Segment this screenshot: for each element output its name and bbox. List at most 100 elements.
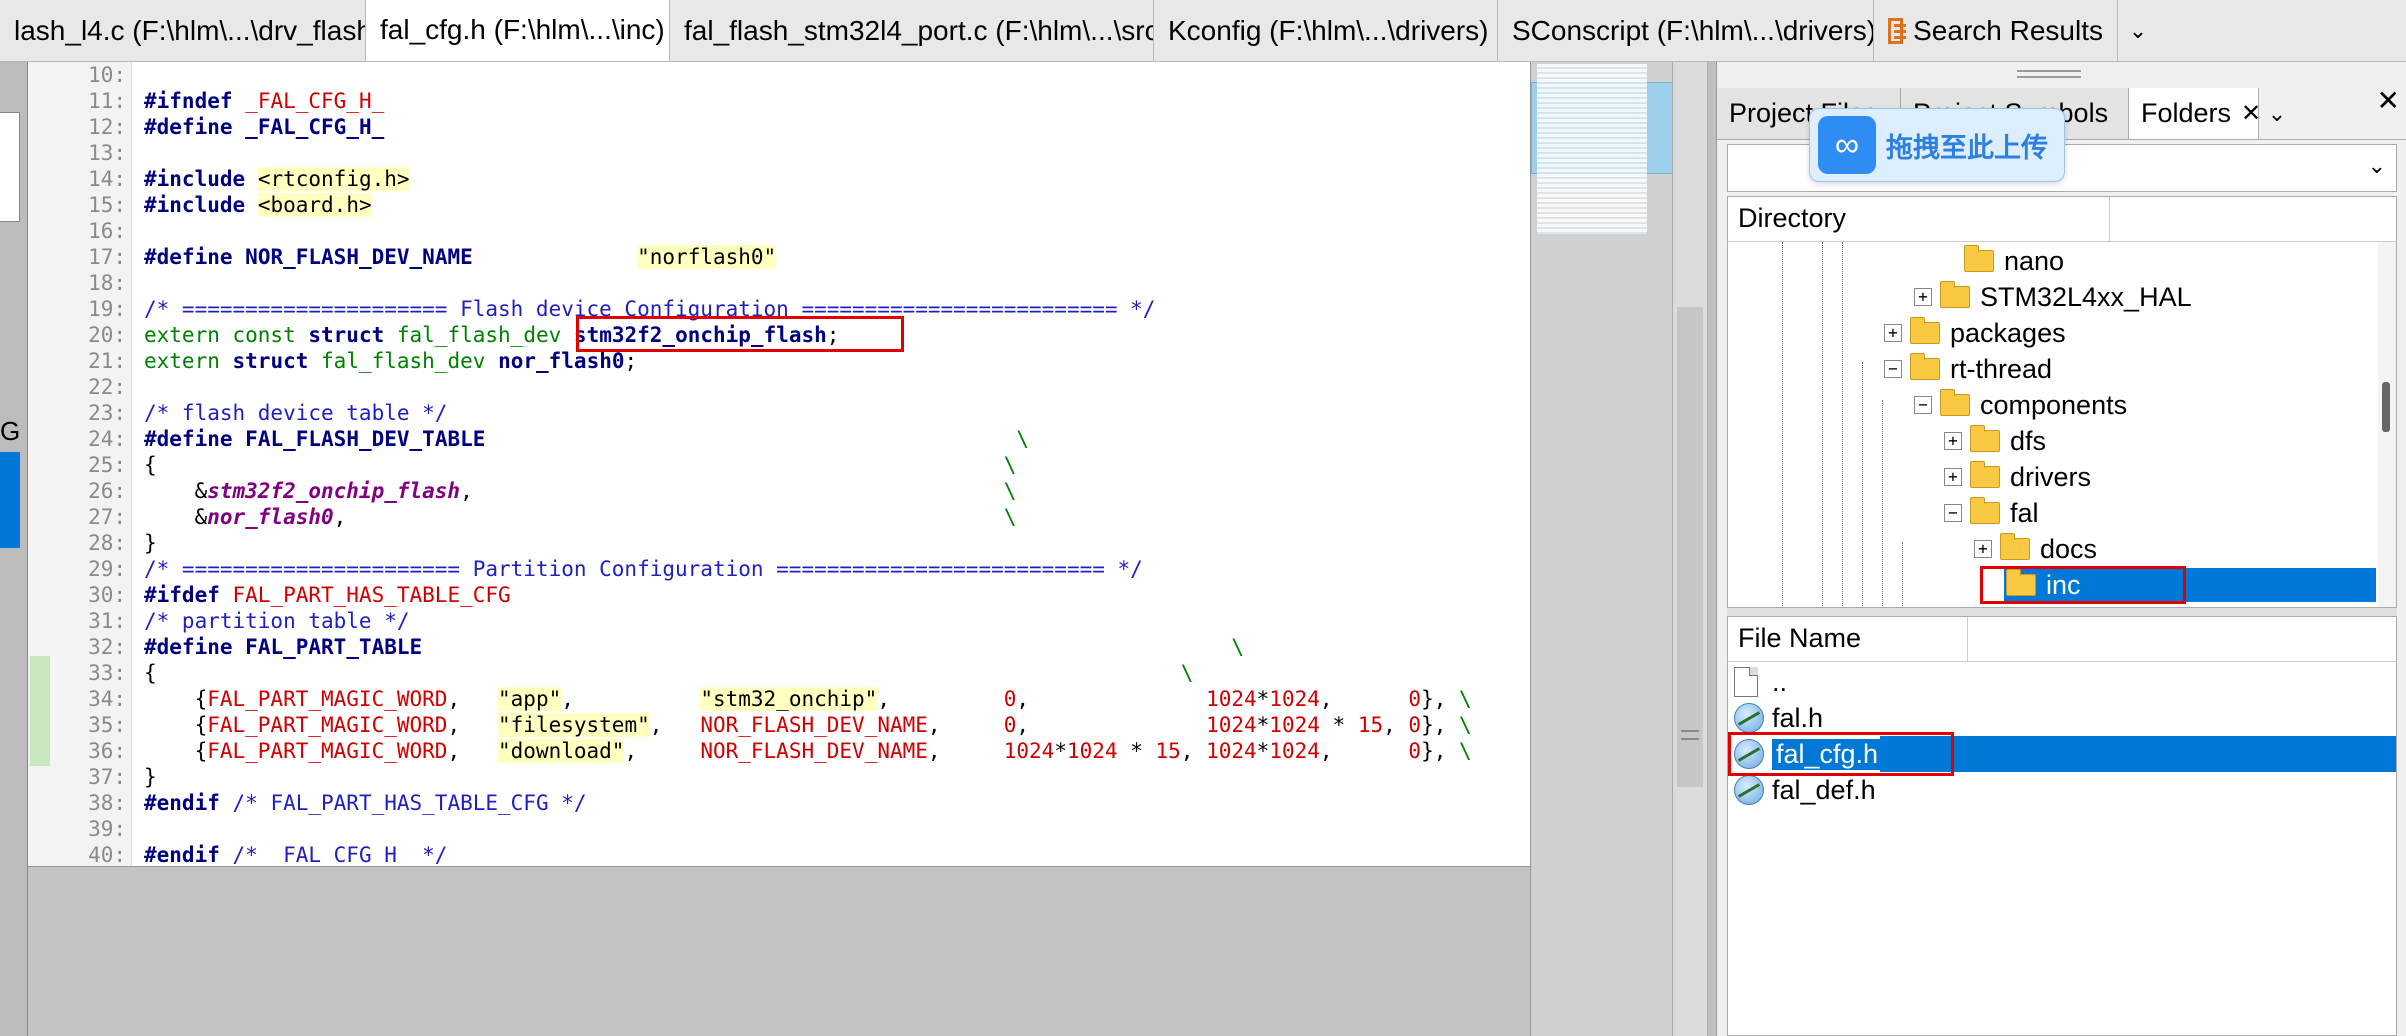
code-text[interactable]: #include <board.h> — [144, 192, 372, 218]
code-text[interactable]: #define FAL_FLASH_DEV_TABLE \ — [144, 426, 1029, 452]
code-line[interactable]: 29: /* ====================== Partition C… — [28, 556, 1530, 582]
code-text[interactable]: &stm32f2_onchip_flash, \ — [144, 478, 1017, 504]
code-line[interactable]: 13: — [28, 140, 1530, 166]
file-name-column-header[interactable]: File Name — [1728, 617, 1968, 661]
code-line[interactable]: 34: {FAL_PART_MAGIC_WORD, "app", "stm32_… — [28, 686, 1530, 712]
tree-item-rt-thread[interactable]: − rt-thread — [1884, 352, 2052, 386]
tree-item-fal[interactable]: − fal — [1944, 496, 2039, 530]
code-line[interactable]: 24: #define FAL_FLASH_DEV_TABLE \ — [28, 426, 1530, 452]
panel-tabs-dropdown-icon[interactable]: ⌄ — [2259, 88, 2295, 139]
code-text[interactable]: { \ — [144, 452, 1016, 478]
tree-item-components[interactable]: − components — [1914, 388, 2127, 422]
code-line[interactable]: 23: /* flash device table */ — [28, 400, 1530, 426]
code-line[interactable]: 12: #define _FAL_CFG_H_ — [28, 114, 1530, 140]
line-number: 12: — [88, 115, 126, 139]
file-item-parent[interactable]: .. — [1728, 664, 2396, 700]
code-text[interactable]: {FAL_PART_MAGIC_WORD, "filesystem", NOR_… — [144, 712, 1472, 738]
code-line[interactable]: 25: { \ — [28, 452, 1530, 478]
code-text[interactable]: /* flash device table */ — [144, 400, 447, 426]
tab-folders[interactable]: Folders ✕ — [2129, 88, 2261, 139]
code-text[interactable]: /* partition table */ — [144, 608, 410, 634]
collapse-icon[interactable]: − — [1884, 360, 1902, 378]
tree-item-dfs[interactable]: + dfs — [1944, 424, 2046, 458]
code-line[interactable]: 32: #define FAL_PART_TABLE \ — [28, 634, 1530, 660]
code-line[interactable]: 38: #endif /* FAL_PART_HAS_TABLE_CFG */ — [28, 790, 1530, 816]
directory-tree[interactable]: nano + STM32L4xx_HAL + packages − rt-thr… — [1727, 242, 2397, 608]
code-line[interactable]: 35: {FAL_PART_MAGIC_WORD, "filesystem", … — [28, 712, 1530, 738]
code-text[interactable]: #define FAL_PART_TABLE \ — [144, 634, 1244, 660]
tree-item-drivers[interactable]: + drivers — [1944, 460, 2091, 494]
directory-column-header[interactable]: Directory — [1728, 197, 2110, 241]
code-text[interactable]: { \ — [144, 660, 1193, 686]
code-line[interactable]: 11: #ifndef _FAL_CFG_H_ — [28, 88, 1530, 114]
collapse-icon[interactable]: − — [1944, 504, 1962, 522]
code-text[interactable]: {FAL_PART_MAGIC_WORD, "app", "stm32_onch… — [144, 686, 1472, 712]
code-text[interactable]: {FAL_PART_MAGIC_WORD, "download", NOR_FL… — [144, 738, 1472, 764]
editor-scrollbar[interactable] — [1672, 62, 1708, 1036]
code-editor[interactable]: 10: 11: #ifndef _FAL_CFG_H_ 12: #define _FAL… — [28, 62, 1530, 866]
tree-item-packages[interactable]: + packages — [1884, 316, 2066, 350]
tree-item-docs[interactable]: + docs — [1974, 532, 2097, 566]
collapse-icon[interactable]: − — [1914, 396, 1932, 414]
code-text[interactable]: #endif /* _FAL_CFG_H_ */ — [144, 842, 447, 866]
file-list-header[interactable]: File Name — [1727, 616, 2397, 662]
file-item-fal-h[interactable]: fal.h — [1728, 700, 2396, 736]
code-line[interactable]: 17: #define NOR_FLASH_DEV_NAME "norflash0… — [28, 244, 1530, 270]
tab-kconfig[interactable]: Kconfig (F:\hlm\...\drivers) — [1154, 0, 1498, 61]
code-line[interactable]: 15: #include <board.h> — [28, 192, 1530, 218]
code-line[interactable]: 27: &nor_flash0, \ — [28, 504, 1530, 530]
file-item-fal-def-h[interactable]: fal_def.h — [1728, 772, 2396, 808]
tree-scrollbar-thumb[interactable] — [2382, 382, 2390, 432]
expand-icon[interactable]: + — [1914, 288, 1932, 306]
panel-close-icon[interactable]: ✕ — [2377, 84, 2400, 117]
code-line[interactable]: 22: — [28, 374, 1530, 400]
tree-item-nano[interactable]: nano — [1964, 244, 2064, 278]
panel-grip-icon[interactable] — [2017, 70, 2081, 78]
tab-sconscript[interactable]: SConscript (F:\hlm\...\drivers) — [1498, 0, 1874, 61]
tab-fal-flash-port[interactable]: fal_flash_stm32l4_port.c (F:\hlm\...\src… — [670, 0, 1154, 61]
tab-overflow-chevron-icon[interactable]: ⌄ — [2118, 0, 2158, 61]
tab-fal-cfg-h[interactable]: fal_cfg.h (F:\hlm\...\inc) ✕ — [366, 0, 670, 61]
code-text[interactable]: #define NOR_FLASH_DEV_NAME "norflash0" — [144, 244, 777, 270]
expand-icon[interactable]: + — [1944, 432, 1962, 450]
code-line[interactable]: 14: #include <rtconfig.h> — [28, 166, 1530, 192]
code-text[interactable]: extern struct fal_flash_dev nor_flash0; — [144, 348, 637, 374]
file-item-label: .. — [1772, 666, 1788, 697]
code-line[interactable]: 37:} — [28, 764, 1530, 790]
expand-icon[interactable]: + — [1974, 540, 1992, 558]
code-line[interactable]: 28:} — [28, 530, 1530, 556]
tree-scrollbar[interactable] — [2378, 242, 2396, 607]
tab-search-results[interactable]: Search Results — [1874, 0, 2118, 61]
tab-drv-flash-l4[interactable]: lash_l4.c (F:\hlm\...\drv_flash) — [0, 0, 366, 61]
expand-icon[interactable]: + — [1884, 324, 1902, 342]
file-list[interactable]: .. fal.h fal_cfg.h fal_def.h — [1727, 662, 2397, 1036]
code-text[interactable]: &nor_flash0, \ — [144, 504, 1017, 530]
code-line[interactable]: 26: &stm32f2_onchip_flash, \ — [28, 478, 1530, 504]
tree-item-stm32l4xx-hal[interactable]: + STM32L4xx_HAL — [1914, 280, 2192, 314]
code-text[interactable]: #define _FAL_CFG_H_ — [144, 114, 384, 140]
tree-files-splitter[interactable] — [1727, 608, 2397, 616]
code-line[interactable]: 18: — [28, 270, 1530, 296]
code-text[interactable]: /* ====================== Partition Conf… — [144, 556, 1143, 582]
code-line[interactable]: 30: #ifdef FAL_PART_HAS_TABLE_CFG — [28, 582, 1530, 608]
code-line[interactable]: 33: { \ — [28, 660, 1530, 686]
directory-header[interactable]: Directory — [1727, 196, 2397, 242]
upload-badge[interactable]: ∞ 拖拽至此上传 — [1809, 108, 2065, 182]
code-line[interactable]: 16: — [28, 218, 1530, 244]
panel-splitter[interactable] — [1708, 62, 1716, 1036]
code-line[interactable]: 31: /* partition table */ — [28, 608, 1530, 634]
code-minimap[interactable] — [1530, 62, 1673, 1036]
code-text[interactable]: } — [144, 530, 157, 556]
code-line[interactable]: 10: — [28, 62, 1530, 88]
code-line[interactable]: 40: #endif /* _FAL_CFG_H_ */ — [28, 842, 1530, 866]
code-text[interactable]: #include <rtconfig.h> — [144, 166, 410, 192]
code-text[interactable]: #ifndef _FAL_CFG_H_ — [144, 88, 384, 114]
expand-icon[interactable]: + — [1944, 468, 1962, 486]
code-line[interactable]: 39: — [28, 816, 1530, 842]
chevron-down-icon[interactable]: ⌄ — [2368, 153, 2386, 179]
scrollbar-thumb[interactable] — [1677, 307, 1703, 787]
code-text[interactable]: } — [144, 764, 157, 790]
code-line[interactable]: 36: {FAL_PART_MAGIC_WORD, "download", NO… — [28, 738, 1530, 764]
code-text[interactable]: #endif /* FAL_PART_HAS_TABLE_CFG */ — [144, 790, 587, 816]
code-text[interactable]: #ifdef FAL_PART_HAS_TABLE_CFG — [144, 582, 511, 608]
